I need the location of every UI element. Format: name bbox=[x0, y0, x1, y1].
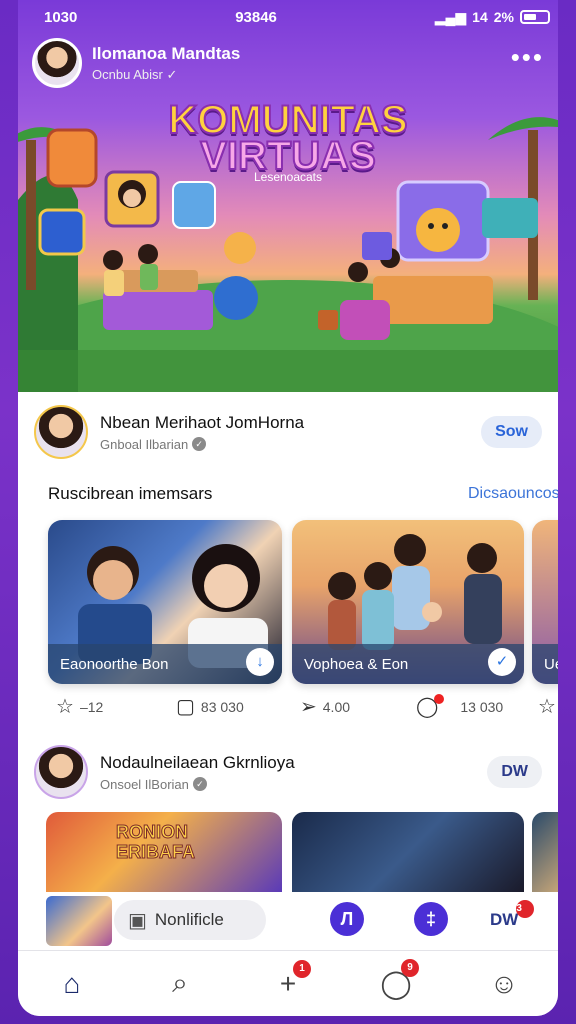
star-action[interactable]: ☆ bbox=[538, 696, 556, 718]
battery-icon bbox=[519, 10, 550, 24]
profile-avatar[interactable] bbox=[32, 38, 82, 88]
share-action[interactable]: ➢ 4.00 bbox=[300, 696, 351, 718]
hero-tagline: Lesenoacats bbox=[253, 170, 323, 184]
post-author-sub: Gnboal Ilbarian ✓ bbox=[100, 437, 304, 452]
post-header: Nbean Merihaot JomHorna Gnboal Ilbarian … bbox=[18, 400, 558, 464]
post-stats: ☆ –12 ▢ 83 030 ➢ 4.00 ◯ 13 030 ☆ bbox=[18, 688, 558, 728]
status-signal: 14 bbox=[472, 9, 488, 25]
notification-pill-button[interactable]: ▣ Nonlificle bbox=[114, 900, 266, 940]
more-options-icon[interactable]: ••• bbox=[511, 44, 544, 70]
card-text: RONION ERIBAFA bbox=[116, 822, 196, 863]
post-author-name[interactable]: Nodaulneilaean Gkrnlioya bbox=[100, 753, 295, 773]
hero-profile[interactable]: Ilomanoa Mandtas Ocnbu Abisr ✓ bbox=[32, 38, 240, 88]
comment-count: 83 030 bbox=[200, 699, 244, 715]
action-button-2[interactable]: ‡ bbox=[414, 902, 448, 936]
search-icon: ⌕ bbox=[172, 967, 188, 998]
action-button-1[interactable]: Л bbox=[330, 902, 364, 936]
post-author-name[interactable]: Nbean Merihaot JomHorna bbox=[100, 413, 304, 433]
reaction-action[interactable]: ◯ 13 030 bbox=[416, 694, 504, 717]
profile-subtitle: Ocnbu Abisr ✓ bbox=[92, 67, 240, 83]
section-header: Ruscibrean imemsars Dicsaouncos bbox=[18, 478, 558, 510]
profile-name: Ilomanoa Mandtas bbox=[92, 43, 241, 63]
add-badge: 1 bbox=[293, 959, 311, 978]
home-icon: ⌂ bbox=[63, 967, 81, 999]
card-carousel[interactable]: Eaonoorthe Bon ↓ Vophoea & Eon ✓ Ue bbox=[18, 520, 558, 688]
dw-link-badge: 3 bbox=[516, 900, 535, 918]
status-right: ▂▄▆ 14 2% bbox=[435, 9, 550, 26]
profile-icon: ☺ bbox=[489, 967, 519, 999]
like-count: –12 bbox=[79, 699, 104, 715]
dw-link[interactable]: DW 3 bbox=[490, 900, 535, 930]
status-bar: 1030 93846 ▂▄▆ 14 2% bbox=[0, 0, 576, 34]
signal-icon: ▂▄▆ bbox=[434, 8, 467, 25]
reaction-count: 13 030 bbox=[460, 699, 504, 715]
media-card[interactable]: Eaonoorthe Bon ↓ bbox=[48, 520, 282, 684]
follow-button[interactable]: DW bbox=[487, 756, 542, 788]
post-author-avatar[interactable] bbox=[34, 745, 88, 799]
notification-dot bbox=[434, 694, 445, 704]
tab-chat[interactable]: ◯ 9 bbox=[371, 959, 421, 1000]
status-center: 93846 bbox=[235, 8, 277, 26]
post-author-sub-text: Onsoel IlBorian bbox=[100, 776, 189, 792]
media-card[interactable]: RONION ERIBAFA bbox=[46, 812, 282, 892]
like-action[interactable]: ☆ –12 bbox=[56, 696, 104, 718]
post-card: Nodaulneilaean Gkrnlioya Onsoel IlBorian… bbox=[18, 740, 558, 892]
bottom-action-row: ▣ Nonlificle Л ‡ DW 3 bbox=[18, 892, 558, 950]
dw-link-label: DW bbox=[490, 910, 519, 929]
notification-icon: ▣ bbox=[128, 909, 147, 932]
tab-profile[interactable]: ☺ bbox=[479, 968, 529, 1000]
chat-badge: 9 bbox=[401, 959, 419, 977]
post-author-avatar[interactable] bbox=[34, 405, 88, 459]
verified-icon: ✓ bbox=[192, 777, 207, 791]
status-time: 1030 bbox=[44, 8, 78, 26]
app-screen: Ilomanoa Mandtas Ocnbu Abisr ✓ ••• KOMUN… bbox=[18, 0, 558, 1016]
follow-button[interactable]: Sow bbox=[481, 416, 542, 448]
star-icon: ☆ bbox=[56, 696, 74, 718]
mini-thumbnail[interactable] bbox=[46, 896, 112, 946]
check-icon[interactable]: ✓ bbox=[488, 648, 516, 676]
download-icon[interactable]: ↓ bbox=[246, 648, 274, 676]
verified-icon: ✓ bbox=[166, 66, 178, 82]
verified-icon: ✓ bbox=[192, 437, 207, 451]
share-count: 4.00 bbox=[322, 699, 351, 715]
star-icon: ☆ bbox=[538, 696, 556, 718]
comment-icon: ▢ bbox=[176, 696, 195, 718]
media-card[interactable]: Ue bbox=[532, 520, 558, 684]
media-card[interactable] bbox=[532, 812, 558, 892]
card-label: Ue bbox=[532, 644, 558, 684]
tab-home[interactable]: ⌂ bbox=[47, 968, 97, 1000]
profile-sub-text: Ocnbu Abisr bbox=[92, 66, 163, 82]
bottom-tab-bar: ⌂ ⌕ + 1 ◯ 9 ☺ bbox=[18, 950, 558, 1016]
section-link[interactable]: Dicsaouncos bbox=[468, 485, 558, 503]
share-icon: ➢ bbox=[300, 696, 317, 718]
section-title: Ruscibrean imemsars bbox=[48, 484, 213, 503]
card-carousel[interactable]: RONION ERIBAFA bbox=[18, 812, 558, 892]
post-author-sub: Onsoel IlBorian ✓ bbox=[100, 777, 295, 792]
media-card[interactable] bbox=[292, 812, 524, 892]
pill-label: Nonlificle bbox=[154, 910, 224, 929]
tab-search[interactable]: ⌕ bbox=[155, 967, 205, 1000]
status-battery-pct: 2% bbox=[493, 9, 514, 25]
hero-banner: Ilomanoa Mandtas Ocnbu Abisr ✓ ••• KOMUN… bbox=[18, 0, 558, 392]
media-card[interactable]: Vophoea & Eon ✓ bbox=[292, 520, 524, 684]
post-card: Nbean Merihaot JomHorna Gnboal Ilbarian … bbox=[18, 400, 558, 728]
tab-add[interactable]: + 1 bbox=[263, 959, 313, 1000]
comment-action[interactable]: ▢ 83 030 bbox=[176, 696, 244, 718]
post-header: Nodaulneilaean Gkrnlioya Onsoel IlBorian… bbox=[18, 740, 558, 804]
post-author-sub-text: Gnboal Ilbarian bbox=[100, 436, 189, 452]
